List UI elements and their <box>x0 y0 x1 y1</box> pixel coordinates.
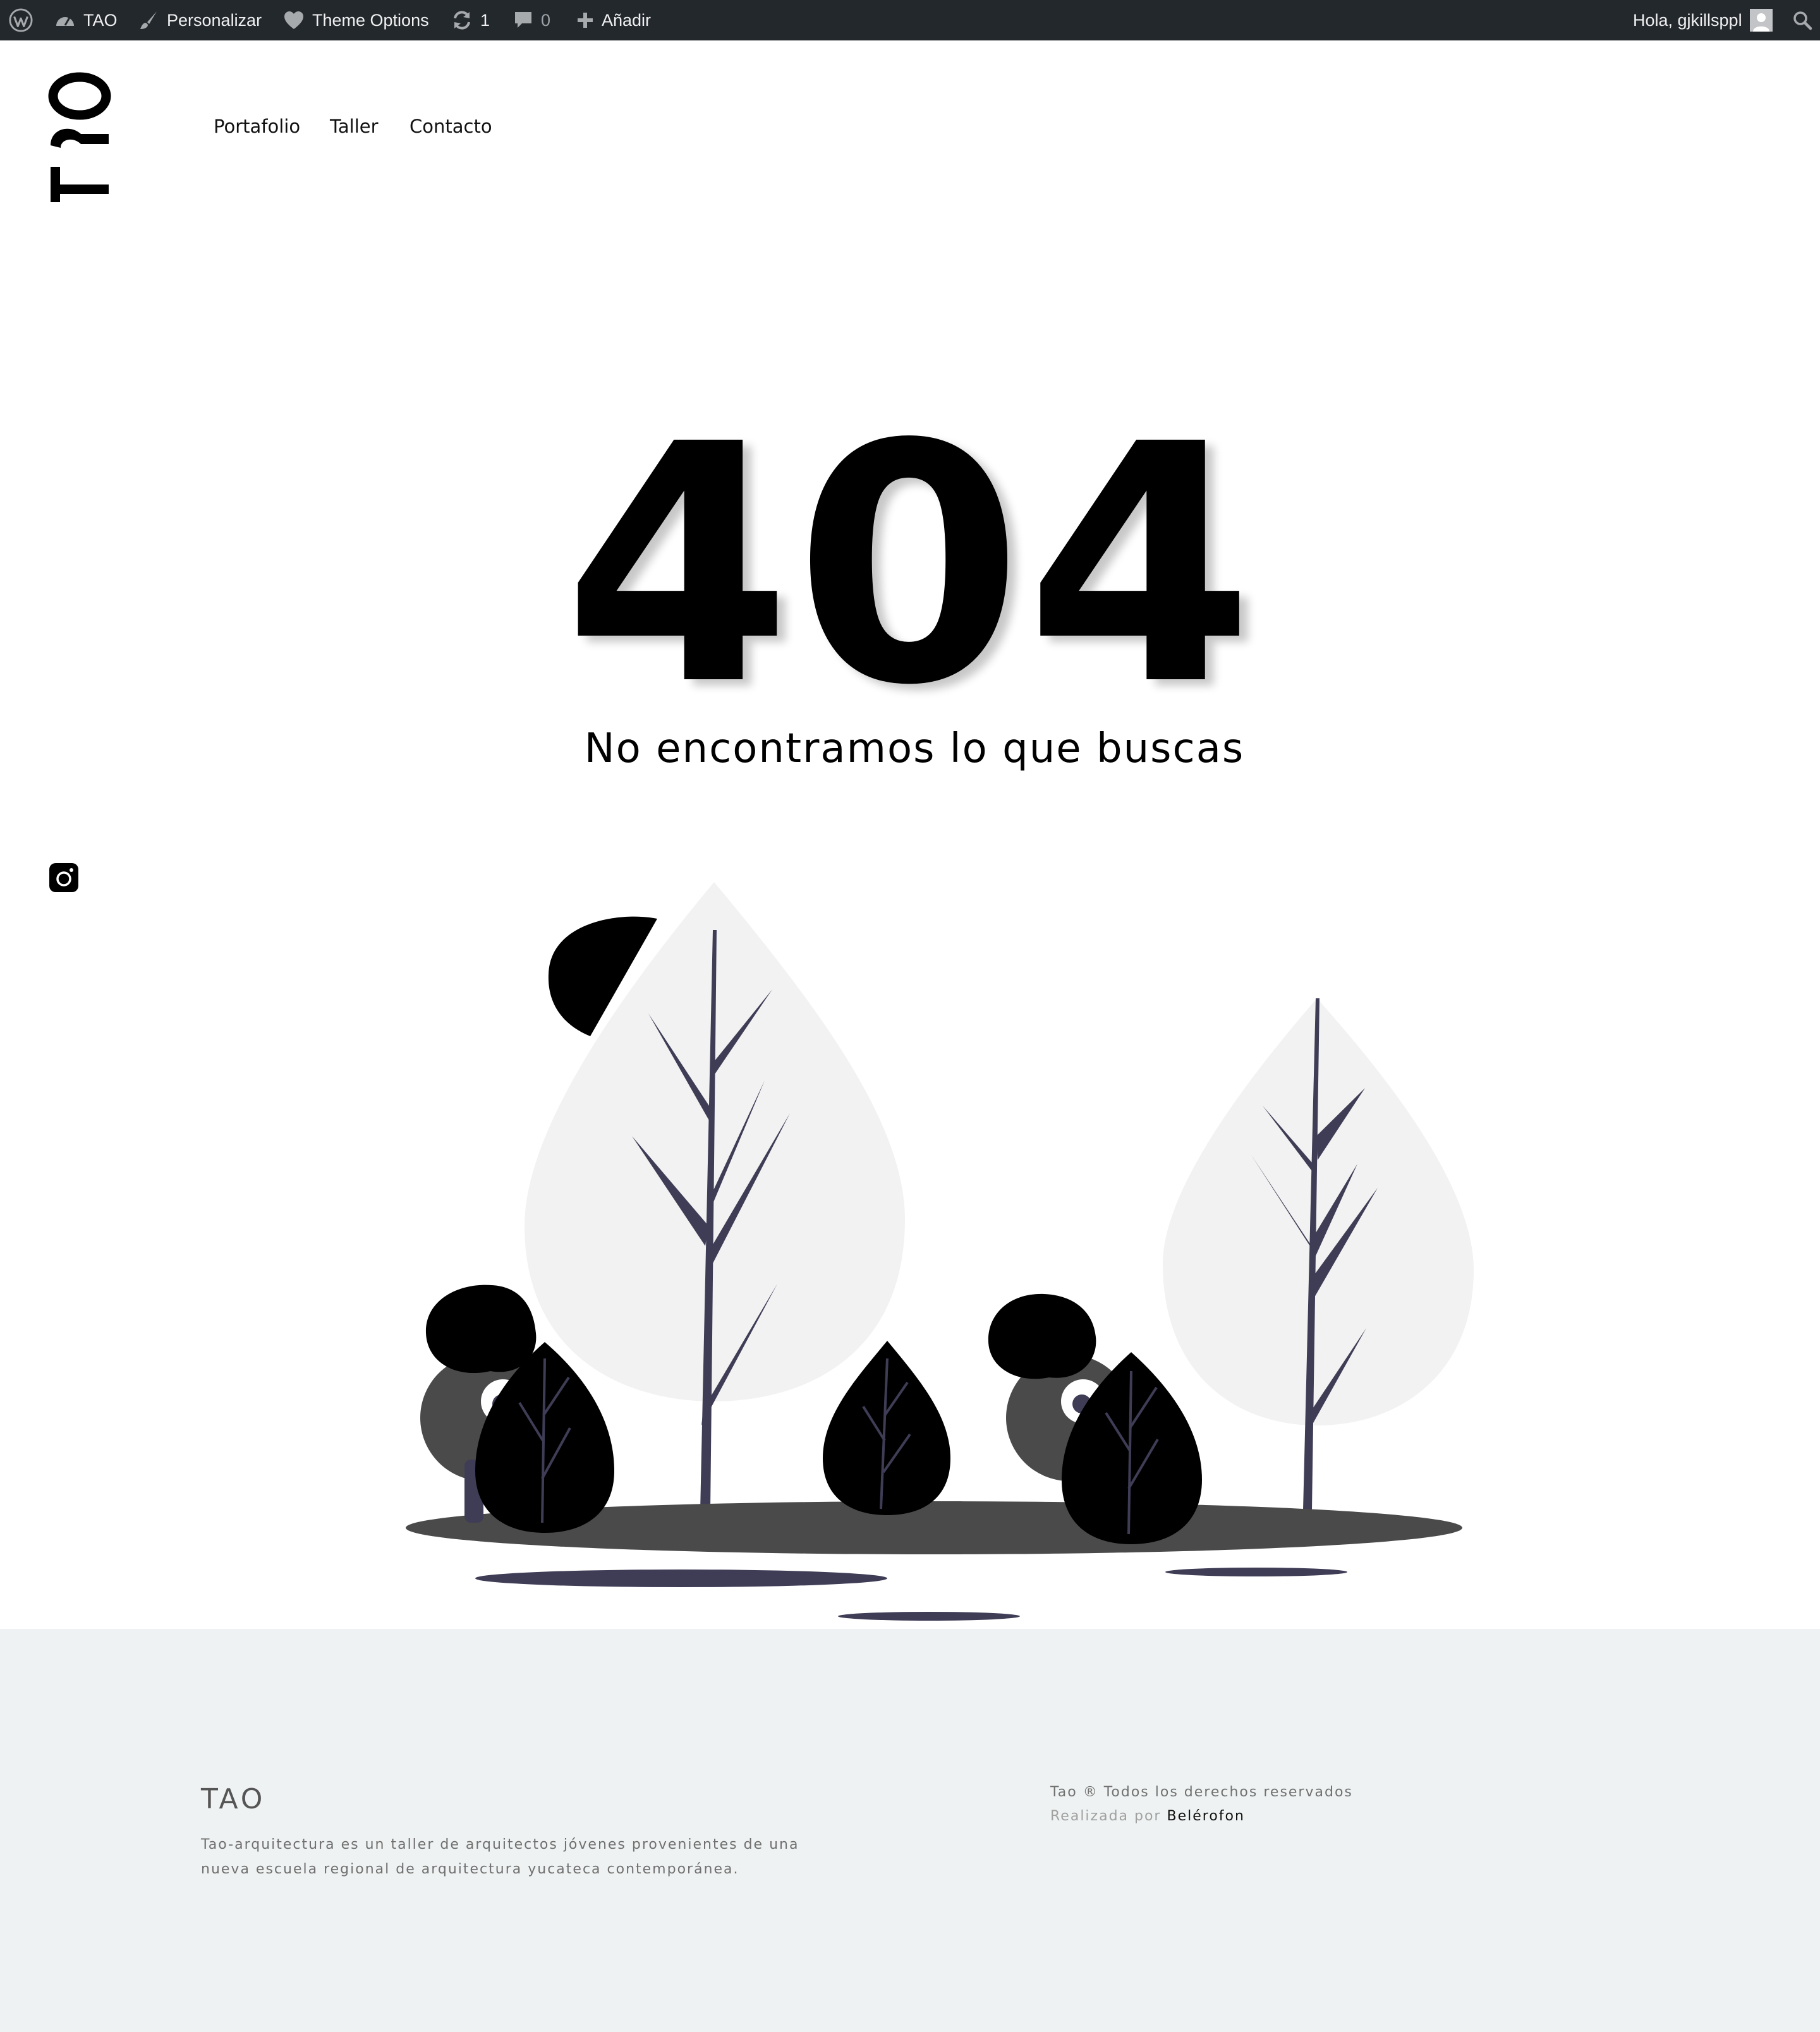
footer-description: Tao-arquitectura es un taller de arquite… <box>201 1837 799 1877</box>
nav-item-contacto[interactable]: Contacto <box>410 116 492 137</box>
avatar <box>1749 9 1773 32</box>
comments-menu[interactable]: 0 <box>513 0 550 40</box>
admin-bar: TAO Personalizar Theme Options 1 0 Añadi… <box>0 0 1820 40</box>
error-message: No encontramos lo que buscas <box>584 725 1245 772</box>
user-account-menu[interactable]: Hola, gjkillsppl <box>1633 0 1773 40</box>
comments-count: 0 <box>541 10 551 30</box>
site-footer: TAO Tao-arquitectura es un taller de arq… <box>0 1629 1820 2032</box>
shadow-right <box>1165 1568 1347 1576</box>
brush-icon <box>140 11 157 29</box>
footer-brand: TAO <box>201 1783 266 1815</box>
customize-menu[interactable]: Personalizar <box>138 0 262 40</box>
dashboard-icon <box>56 17 74 26</box>
admin-search-button[interactable] <box>1792 0 1812 40</box>
footer-copyright: Tao ® Todos los derechos reservados <box>1050 1784 1353 1800</box>
site-name-menu[interactable]: TAO <box>54 0 118 40</box>
add-new-label: Añadir <box>602 10 652 30</box>
nav-item-portafolio[interactable]: Portafolio <box>214 116 300 137</box>
heart-icon <box>284 11 303 29</box>
user-greeting: Hola, gjkillsppl <box>1633 10 1742 30</box>
updates-icon <box>454 11 470 30</box>
search-icon <box>1793 11 1812 30</box>
customize-label: Personalizar <box>167 10 262 30</box>
404-illustration <box>406 882 1474 1621</box>
site-name-label: TAO <box>83 10 118 30</box>
theme-options-menu[interactable]: Theme Options <box>283 0 429 40</box>
footer-credit-prefix: Realizada por <box>1050 1808 1162 1824</box>
error-code: 404 <box>563 374 1257 757</box>
wordpress-menu[interactable] <box>9 0 33 40</box>
comment-icon <box>515 12 531 28</box>
add-new-menu[interactable]: Añadir <box>576 0 651 40</box>
wordpress-icon <box>9 8 33 32</box>
instagram-icon[interactable] <box>49 863 78 892</box>
plus-icon <box>578 13 593 28</box>
footer-credit: Realizada por Belérofon <box>1050 1808 1245 1824</box>
site-logo[interactable] <box>48 71 111 202</box>
updates-count: 1 <box>480 10 490 30</box>
theme-options-label: Theme Options <box>312 10 429 30</box>
nav-item-taller[interactable]: Taller <box>330 116 379 137</box>
shadow-left <box>475 1569 887 1587</box>
footer-credit-link[interactable]: Belérofon <box>1167 1808 1244 1824</box>
shadow-bottom <box>838 1612 1020 1621</box>
updates-menu[interactable]: 1 <box>451 0 490 40</box>
